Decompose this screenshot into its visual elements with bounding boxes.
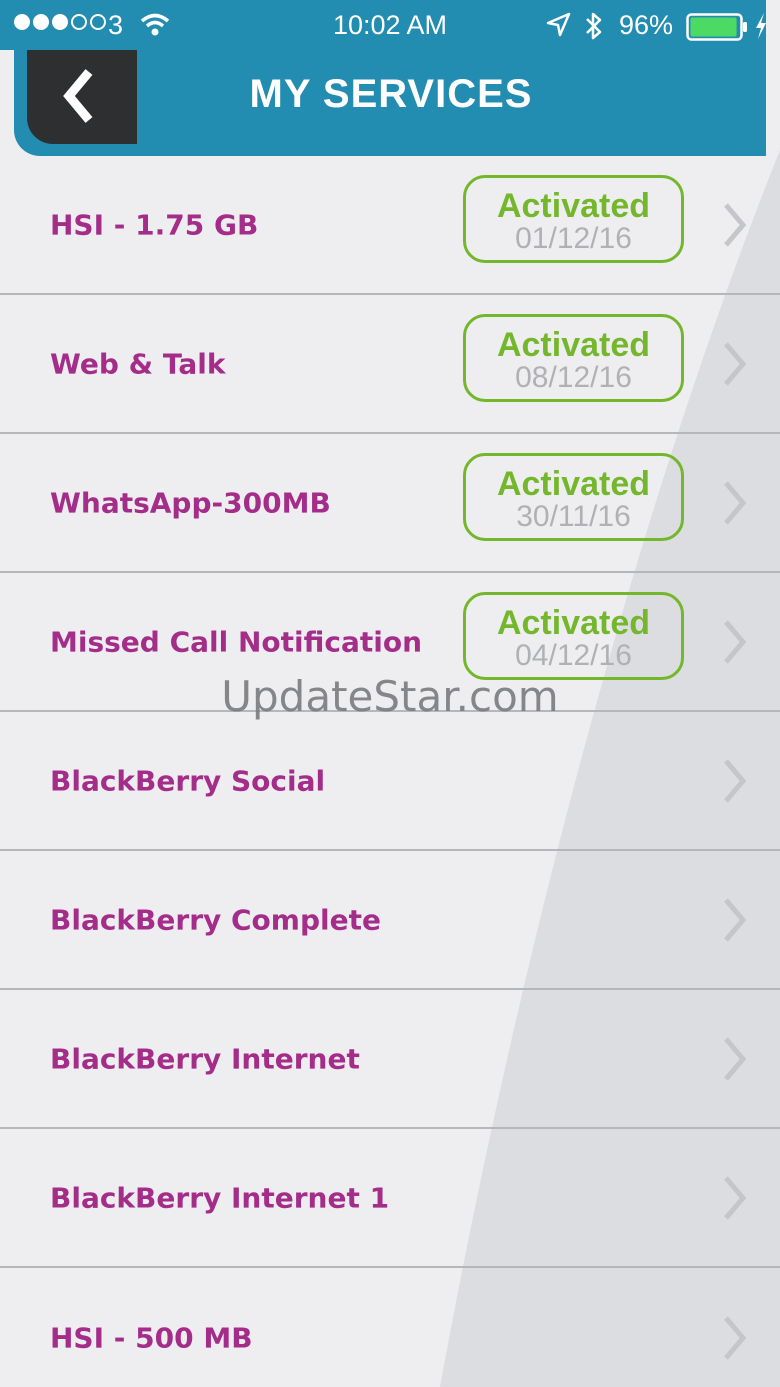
service-row[interactable]: BlackBerry Complete: [0, 851, 780, 990]
header: 3 10:02 AM 96% MY SERVICES: [0, 0, 780, 156]
badge-status: Activated: [496, 187, 651, 225]
service-list: HSI - 1.75 GB Activated 01/12/16 Web & T…: [0, 156, 780, 1387]
service-name: BlackBerry Internet: [50, 1042, 360, 1075]
service-row[interactable]: BlackBerry Internet: [0, 990, 780, 1129]
status-bar: 3 10:02 AM 96%: [0, 0, 780, 52]
activated-badge: Activated 30/11/16: [463, 453, 684, 541]
activated-badge: Activated 04/12/16: [463, 592, 684, 680]
service-name: BlackBerry Social: [50, 764, 326, 797]
badge-date: 30/11/16: [516, 500, 631, 533]
chevron-right-icon: [724, 1175, 747, 1220]
service-name: Missed Call Notification: [50, 625, 423, 658]
chevron-right-icon: [724, 758, 747, 803]
chevron-right-icon: [724, 341, 747, 386]
charging-bolt-icon: [756, 13, 766, 39]
chevron-right-icon: [724, 202, 747, 247]
chevron-right-icon: [724, 897, 747, 942]
service-row[interactable]: Missed Call Notification Activated 04/12…: [0, 573, 780, 712]
service-name: BlackBerry Internet 1: [50, 1181, 390, 1214]
service-name: BlackBerry Complete: [50, 903, 381, 936]
badge-date: 08/12/16: [515, 361, 632, 394]
badge-status: Activated: [496, 326, 651, 364]
chevron-right-icon: [724, 1036, 747, 1081]
activated-badge: Activated 08/12/16: [463, 314, 684, 402]
activated-badge: Activated 01/12/16: [463, 175, 684, 263]
service-row[interactable]: HSI - 1.75 GB Activated 01/12/16: [0, 156, 780, 295]
service-row[interactable]: BlackBerry Social: [0, 712, 780, 851]
battery-percentage: 96%: [619, 10, 674, 40]
service-name: HSI - 500 MB: [50, 1321, 253, 1354]
service-name: Web & Talk: [50, 347, 226, 380]
chevron-left-icon: [63, 69, 93, 123]
service-row[interactable]: HSI - 500 MB: [0, 1268, 780, 1387]
service-row[interactable]: Web & Talk Activated 08/12/16: [0, 295, 780, 434]
back-button[interactable]: [27, 50, 137, 144]
badge-status: Activated: [496, 604, 651, 642]
service-name: HSI - 1.75 GB: [50, 208, 259, 241]
badge-date: 01/12/16: [515, 222, 632, 255]
location-arrow-icon: [546, 12, 571, 37]
chevron-right-icon: [724, 1315, 747, 1360]
chevron-right-icon: [724, 480, 747, 525]
page-title: MY SERVICES: [249, 72, 533, 116]
badge-status: Activated: [496, 465, 651, 503]
badge-date: 04/12/16: [515, 639, 632, 672]
service-name: WhatsApp-300MB: [50, 486, 331, 519]
service-row[interactable]: BlackBerry Internet 1: [0, 1129, 780, 1268]
battery-icon: [686, 13, 747, 41]
service-row[interactable]: WhatsApp-300MB Activated 30/11/16: [0, 434, 780, 573]
chevron-right-icon: [724, 619, 747, 664]
bluetooth-icon: [586, 12, 602, 40]
